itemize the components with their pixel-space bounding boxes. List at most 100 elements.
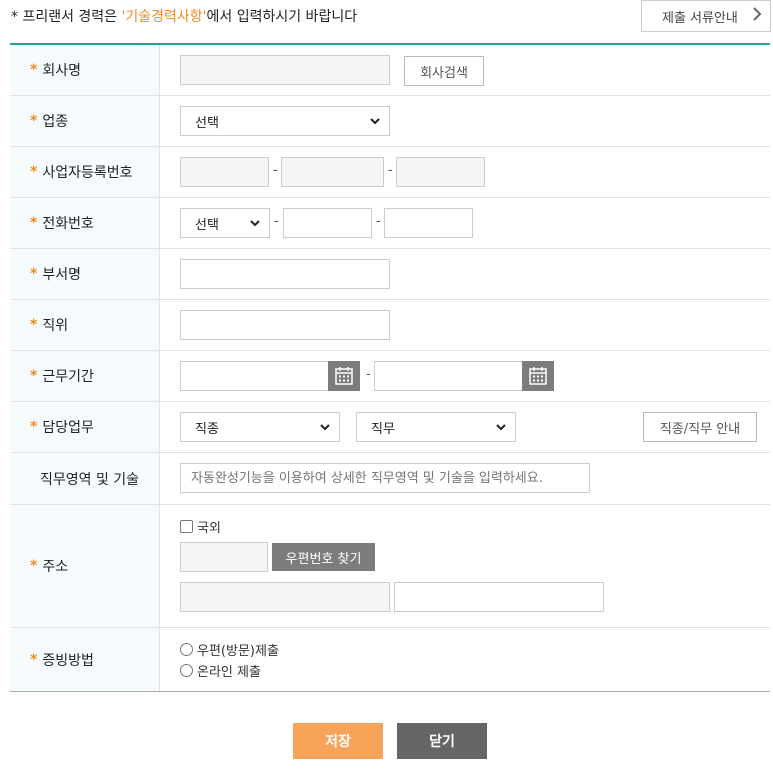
row-proof: * 증빙방법 우편(방문)제출 온라인 제출 [10,628,770,691]
industry-label: 업종 [42,114,69,130]
zipcode-input[interactable] [180,542,268,572]
phone-last-input[interactable] [384,208,473,238]
position-label: 직위 [42,318,69,334]
value-company: 회사검색 [160,45,770,95]
proof-option-online-label: 온라인 제출 [197,665,261,680]
proof-option-online[interactable]: 온라인 제출 [180,661,261,680]
row-business-reg: * 사업자등록번호 - - [10,147,770,198]
overseas-label: 국외 [197,521,221,536]
value-business-reg: - - [160,147,770,197]
row-duty: * 담당업무 직종 직무 직종/직무 안내 [10,402,770,453]
label-address: * 주소 [10,505,160,627]
work-end-date-input[interactable] [374,361,524,391]
company-name-input[interactable] [180,55,390,85]
label-department: * 부서명 [10,249,160,299]
business-reg-part3-input[interactable] [396,157,485,187]
job-guide-button[interactable]: 직종/직무 안내 [643,412,757,442]
career-form: * 회사명 회사검색 * 업종 선택 * 사업자등록번호 - - * 전화번호 … [10,43,770,692]
business-reg-part1-input[interactable] [180,157,269,187]
position-input[interactable] [180,310,390,340]
value-skills [160,453,770,504]
row-department: * 부서명 [10,249,770,300]
row-industry: * 업종 선택 [10,96,770,147]
value-phone: 선택 - - [160,198,770,248]
row-skills: 직무영역 및 기술 [10,453,770,505]
value-department [160,249,770,299]
separator: - [274,214,279,229]
address-main-input[interactable] [180,582,390,612]
chevron-down-icon [495,418,507,439]
department-label: 부서명 [42,267,81,283]
save-button[interactable]: 저장 [293,723,383,759]
label-skills: 직무영역 및 기술 [10,453,160,504]
proof-option-mail-label: 우편(방문)제출 [197,644,279,659]
value-address: 국외 우편번호 찾기 [160,505,770,627]
industry-selected: 선택 [195,115,219,131]
value-industry: 선택 [160,96,770,146]
label-duty: * 담당업무 [10,402,160,452]
separator: - [376,214,381,229]
job-type-select[interactable]: 직종 [180,412,340,442]
row-phone: * 전화번호 선택 - - [10,198,770,249]
required-mark: * [30,651,38,668]
notice-highlight: '기술경력사항' [121,9,207,25]
label-phone: * 전화번호 [10,198,160,248]
notice-suffix: 에서 입력하시기 바랍니다 [206,9,358,25]
radio-icon [180,664,193,677]
close-button[interactable]: 닫기 [397,723,487,759]
skills-input[interactable] [180,463,590,493]
job-type-selected: 직종 [195,421,219,437]
work-period-label: 근무기간 [42,369,94,385]
value-position [160,300,770,350]
proof-label: 증빙방법 [42,652,94,669]
label-proof: * 증빙방법 [10,628,160,691]
proof-option-mail[interactable]: 우편(방문)제출 [180,640,279,659]
label-industry: * 업종 [10,96,160,146]
row-company: * 회사명 회사검색 [10,45,770,96]
required-mark: * [30,368,38,384]
business-reg-part2-input[interactable] [281,157,384,187]
phone-area-select[interactable]: 선택 [180,208,270,238]
job-select[interactable]: 직무 [356,412,516,442]
chevron-down-icon [369,112,381,133]
career-notice: * 프리랜서 경력은 '기술경력사항'에서 입력하시기 바랍니다 [11,6,357,26]
top-bar: * 프리랜서 경력은 '기술경력사항'에서 입력하시기 바랍니다 제출 서류안내 [0,0,773,43]
required-mark: * [30,419,38,435]
phone-middle-input[interactable] [283,208,372,238]
label-work-period: * 근무기간 [10,351,160,401]
required-mark: * [30,215,38,231]
required-mark: * [30,62,38,78]
duty-label: 담당업무 [42,420,94,436]
value-proof: 우편(방문)제출 온라인 제출 [160,628,770,691]
department-input[interactable] [180,259,390,289]
radio-icon [180,643,193,656]
required-mark: * [30,113,38,129]
chevron-down-icon [319,418,331,439]
notice-prefix: * 프리랜서 경력은 [11,9,122,25]
company-search-button[interactable]: 회사검색 [404,56,484,86]
separator: - [388,163,393,178]
value-duty: 직종 직무 직종/직무 안내 [160,402,770,452]
row-work-period: * 근무기간 - [10,351,770,402]
document-guide-button[interactable]: 제출 서류안내 [641,0,771,32]
chevron-right-icon [752,7,762,25]
zipcode-search-button[interactable]: 우편번호 찾기 [272,543,375,571]
address-detail-input[interactable] [394,582,604,612]
label-position: * 직위 [10,300,160,350]
row-position: * 직위 [10,300,770,351]
calendar-icon[interactable] [522,361,554,391]
industry-select[interactable]: 선택 [180,106,390,136]
job-selected: 직무 [371,421,395,437]
overseas-checkbox[interactable]: 국외 [180,517,221,536]
separator: - [273,163,278,178]
value-work-period: - [160,351,770,401]
required-mark: * [30,266,38,282]
company-label: 회사명 [42,63,81,79]
separator: - [366,367,371,382]
address-label: 주소 [42,559,69,575]
work-start-date-input[interactable] [180,361,330,391]
document-guide-label: 제출 서류안내 [662,10,738,26]
calendar-icon[interactable] [328,361,360,391]
phone-label: 전화번호 [42,216,94,232]
label-company: * 회사명 [10,45,160,95]
